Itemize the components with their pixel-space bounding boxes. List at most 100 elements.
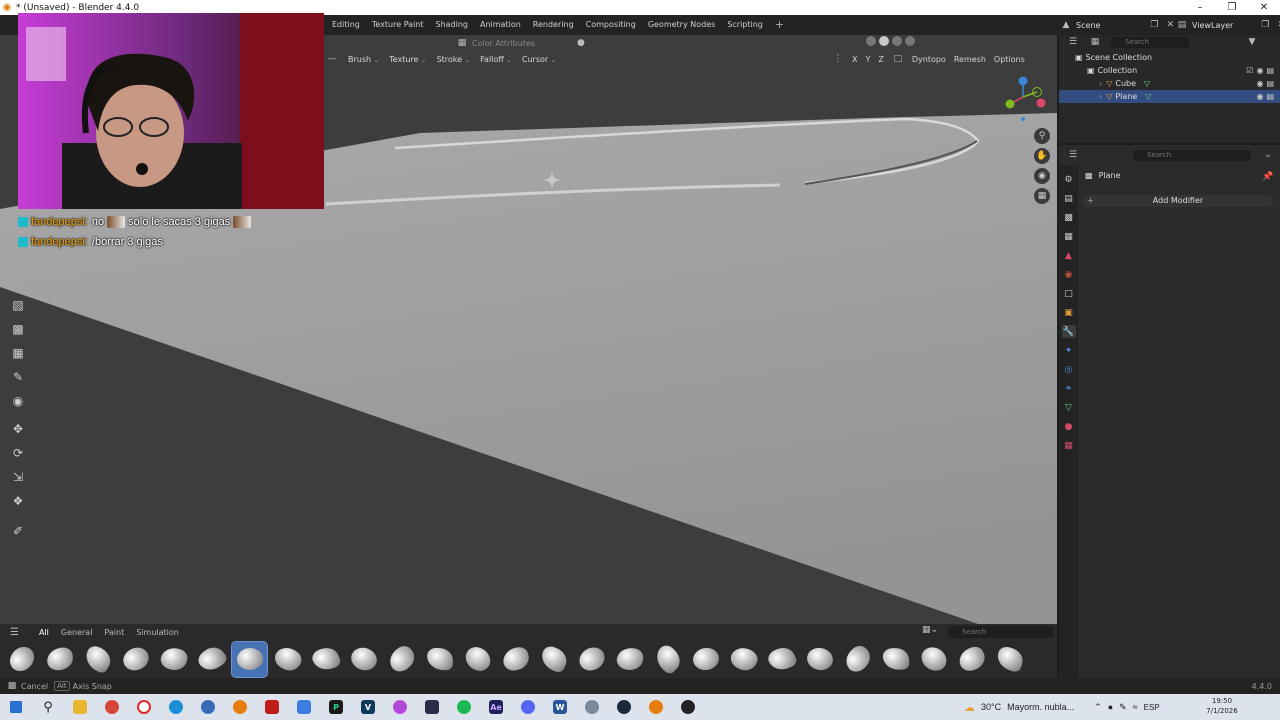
properties-search-input[interactable]: Search (1133, 150, 1251, 161)
new-scene-icon[interactable]: ❐ (1148, 19, 1160, 31)
texture-menu[interactable]: Texture (389, 55, 426, 64)
brush-thumbnail[interactable] (4, 642, 39, 677)
scene-tab-icon[interactable]: ▲ (1062, 249, 1076, 262)
display-mode-icon[interactable]: ▦ (1089, 36, 1101, 48)
file-explorer-icon[interactable] (64, 694, 96, 720)
view-layer-selector[interactable]: ▤ ViewLayer ❐ ✕ (1176, 19, 1280, 31)
pen-icon[interactable]: ✎ (1119, 702, 1127, 713)
steam-icon[interactable] (608, 694, 640, 720)
collection-tab-icon[interactable]: □ (1062, 287, 1076, 300)
outliner-search-input[interactable]: Search (1111, 36, 1189, 48)
brush-thumbnail[interactable] (954, 642, 989, 677)
wireframe-shading-icon[interactable] (866, 36, 876, 46)
rendered-shading-icon[interactable] (905, 36, 915, 46)
eye-icon[interactable]: ◉ (1256, 92, 1263, 101)
brush-thumbnail[interactable] (194, 642, 229, 677)
tab-animation[interactable]: Animation (474, 15, 527, 35)
shelf-search-input[interactable]: Search (948, 626, 1053, 638)
remesh-menu[interactable]: Remesh (954, 55, 986, 64)
weather-text[interactable]: Mayorm. nubla... (1007, 702, 1074, 712)
filter-icon[interactable]: ▼ (1246, 36, 1258, 48)
navigation-gizmo[interactable] (1001, 73, 1049, 121)
brush-thumbnail[interactable] (650, 642, 685, 677)
line-project-tool-icon[interactable]: ◉ (8, 391, 28, 411)
maximize-button[interactable]: ❐ (1216, 0, 1248, 15)
camera-icon[interactable]: ▤ (1266, 79, 1274, 88)
opera-icon[interactable] (128, 694, 160, 720)
modifier-tab-icon[interactable]: 🔧 (1061, 325, 1076, 338)
start-button[interactable] (0, 694, 32, 720)
shelf-tab-paint[interactable]: Paint (98, 628, 130, 637)
spotify-icon[interactable] (448, 694, 480, 720)
app-icon[interactable] (416, 694, 448, 720)
tab-compositing[interactable]: Compositing (580, 15, 642, 35)
tab-geometry-nodes[interactable]: Geometry Nodes (642, 15, 721, 35)
camera-view-icon[interactable]: ◉ (1034, 168, 1050, 184)
app-icon[interactable] (192, 694, 224, 720)
tab-scripting[interactable]: Scripting (721, 15, 769, 35)
dyntopo-checkbox-icon[interactable]: □ (892, 53, 904, 65)
chevron-down-icon[interactable]: ⌄ (1262, 149, 1274, 161)
brush-thumbnail[interactable] (498, 642, 533, 677)
mirror-z-toggle[interactable]: Z (878, 55, 883, 64)
chrome-icon[interactable] (96, 694, 128, 720)
camera-icon[interactable]: ▤ (1266, 92, 1274, 101)
solid-shading-icon[interactable] (879, 36, 889, 46)
tab-texture-paint[interactable]: Texture Paint (366, 15, 430, 35)
brush-thumbnail[interactable] (422, 642, 457, 677)
checkbox-icon[interactable]: ☑ (1246, 66, 1253, 75)
chevron-up-icon[interactable]: ⌃ (1094, 702, 1102, 713)
minimize-button[interactable]: – (1184, 0, 1216, 15)
tab-rendering[interactable]: Rendering (527, 15, 580, 35)
shelf-tab-simulation[interactable]: Simulation (130, 628, 185, 637)
brush-menu[interactable]: Brush (348, 55, 379, 64)
pin-icon[interactable]: 📌 (1262, 171, 1274, 183)
tab-editing[interactable]: Editing (326, 15, 366, 35)
search-icon[interactable]: ⚲ (32, 694, 64, 720)
outliner-row[interactable]: ▣ Scene Collection (1059, 51, 1280, 64)
shelf-tab-all[interactable]: All (33, 628, 55, 637)
delete-scene-icon[interactable]: ✕ (1164, 19, 1176, 31)
brush-thumbnail[interactable] (156, 642, 191, 677)
brush-thumbnail[interactable] (42, 642, 77, 677)
blender-taskbar-icon[interactable] (224, 694, 256, 720)
color-attributes-selector[interactable]: ▦ Color Attributes ● (456, 37, 587, 49)
shelf-menu-icon[interactable]: ☰ (10, 627, 19, 638)
pycharm-icon[interactable]: P (320, 694, 352, 720)
tab-shading[interactable]: Shading (430, 15, 475, 35)
brush-thumbnail[interactable] (118, 642, 153, 677)
after-effects-icon[interactable]: Ae (480, 694, 512, 720)
eye-icon[interactable]: ◉ (1256, 66, 1263, 75)
brush-thumbnail[interactable] (346, 642, 381, 677)
material-tab-icon[interactable]: ● (1062, 420, 1076, 433)
eye-icon[interactable]: ◉ (1256, 79, 1263, 88)
recorder-icon[interactable] (256, 694, 288, 720)
transform-tool-icon[interactable]: ❖ (8, 491, 28, 511)
world-tab-icon[interactable]: ◉ (1062, 268, 1076, 281)
brush-thumbnail[interactable] (992, 642, 1027, 677)
brush-thumbnail[interactable] (231, 640, 268, 678)
texture-tab-icon[interactable]: ▦ (1062, 439, 1076, 452)
pan-hand-icon[interactable]: ✋ (1034, 148, 1050, 164)
brush-thumbnail[interactable] (840, 642, 875, 677)
obs-icon[interactable] (672, 694, 704, 720)
brush-thumbnail[interactable] (308, 642, 343, 677)
zoom-icon[interactable]: ⚲ (1034, 128, 1050, 144)
brush-thumbnail[interactable] (574, 642, 609, 677)
annotate-tool-icon[interactable]: ✐ (8, 521, 28, 541)
rotate-tool-icon[interactable]: ⟳ (8, 443, 28, 463)
data-tab-icon[interactable]: ▽ (1062, 401, 1076, 414)
discord-icon[interactable] (512, 694, 544, 720)
material-shading-icon[interactable] (892, 36, 902, 46)
mirror-y-toggle[interactable]: Y (865, 55, 870, 64)
app-icon[interactable] (384, 694, 416, 720)
language-indicator[interactable]: ESP (1144, 703, 1160, 712)
brush-menu-icon[interactable]: — (326, 53, 338, 65)
brush-thumbnail[interactable] (726, 642, 761, 677)
brush-thumbnail[interactable] (270, 642, 305, 677)
box-mask-tool-icon[interactable]: ▩ (8, 319, 28, 339)
scale-tool-icon[interactable]: ⇲ (8, 467, 28, 487)
close-button[interactable]: ✕ (1248, 0, 1280, 15)
attribute-dot-icon[interactable]: ● (575, 37, 587, 49)
tool-tab-icon[interactable]: ⚙ (1062, 173, 1076, 186)
